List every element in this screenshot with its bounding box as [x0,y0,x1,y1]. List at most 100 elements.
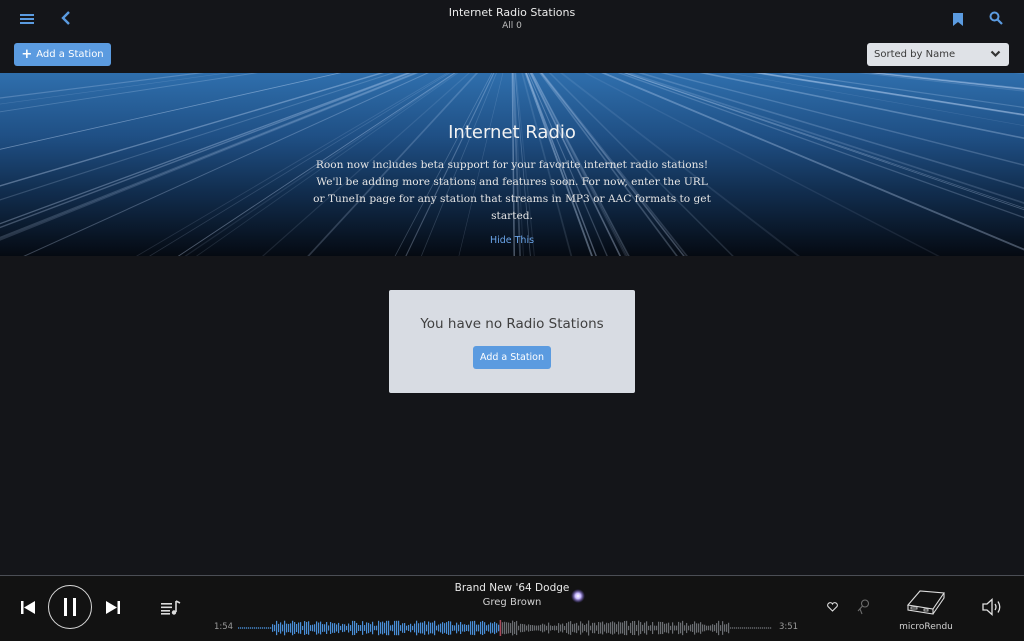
waveform-bar [364,625,366,631]
radio-pin-icon[interactable] [855,598,871,616]
waveform-bar [380,622,382,634]
hide-banner-link[interactable]: Hide This [0,235,1024,246]
waveform-bar [418,623,420,633]
waveform-bar [530,624,532,632]
empty-add-station-button[interactable]: Add a Station [473,346,551,369]
waveform-bar [398,620,400,636]
waveform-bar [582,623,584,633]
waveform-bar [596,625,598,631]
waveform-bar [670,625,672,631]
waveform-seek-bar[interactable] [238,620,772,636]
waveform-bar [646,621,648,635]
waveform-bar [434,620,436,636]
waveform-bar [502,622,504,634]
waveform-bar [708,625,710,631]
waveform-bar [558,623,560,633]
waveform-bar [750,627,752,629]
search-icon[interactable] [987,9,1005,27]
pause-button[interactable] [48,585,92,629]
waveform-bar [390,625,392,631]
waveform-bar [590,625,592,631]
waveform-bar [554,625,556,631]
waveform-bar [608,623,610,633]
waveform-bar [396,620,398,636]
volume-icon[interactable] [981,597,1003,617]
waveform-bar [266,627,268,629]
waveform-bar [624,620,626,636]
previous-icon[interactable] [18,598,38,616]
waveform-bar [602,621,604,635]
waveform-bar [278,623,280,633]
waveform-bar [288,623,290,633]
waveform-bar [276,620,278,636]
waveform-bar [286,623,288,633]
sort-dropdown[interactable]: Sorted by Name [867,43,1009,66]
waveform-bar [304,621,306,635]
waveform-bar [430,622,432,634]
waveform-bar [744,627,746,629]
waveform-bar [460,621,462,635]
waveform-bar [572,624,574,632]
waveform-bar [598,622,600,634]
waveform-bar [272,624,274,632]
hamburger-menu-icon[interactable] [17,10,37,27]
waveform-bar [356,622,358,634]
waveform-bar [436,625,438,631]
waveform-bar [498,624,500,632]
waveform-bar [656,625,658,631]
next-icon[interactable] [103,598,123,616]
waveform-bar [762,627,764,629]
waveform-bar [490,622,492,634]
waveform-bar [360,625,362,631]
waveform-bar [478,624,480,632]
waveform-bar [726,624,728,632]
waveform-bar [310,625,312,631]
waveform-bar [540,624,542,632]
plus-icon: + [21,46,33,62]
waveform-bar [524,624,526,632]
waveform-bar [372,621,374,635]
device-icon[interactable] [905,586,947,618]
waveform-bar [632,620,634,636]
waveform-bar [336,624,338,632]
waveform-bar [300,622,302,634]
track-artist[interactable]: Greg Brown [312,597,712,608]
waveform-bar [252,627,254,629]
waveform-bar [522,623,524,633]
waveform-bar [282,624,284,632]
sparkle-icon [571,589,585,603]
waveform-bar [556,625,558,631]
waveform-bar [542,623,544,633]
waveform-bar [704,624,706,632]
add-station-label: Add a Station [36,49,104,60]
waveform-bar [386,620,388,636]
waveform-bar [328,625,330,631]
add-station-button[interactable]: + Add a Station [14,43,111,66]
waveform-bar [568,621,570,635]
waveform-bar [742,627,744,629]
waveform-bar [768,627,770,629]
track-title[interactable]: Brand New '64 Dodge [312,582,712,594]
waveform-bar [710,625,712,631]
heart-icon[interactable] [825,600,839,614]
waveform-bar [612,621,614,635]
waveform-bar [342,623,344,633]
queue-icon[interactable] [160,598,182,616]
waveform-bar [480,621,482,635]
zone-name[interactable]: microRendu [896,622,956,632]
back-chevron-left-icon[interactable] [58,9,74,27]
waveform-bar [486,625,488,631]
bookmark-icon[interactable] [950,10,966,28]
waveform-bar [344,624,346,632]
waveform-bar [402,623,404,633]
waveform-bar [722,621,724,635]
waveform-bar [362,621,364,635]
waveform-bar [544,624,546,632]
waveform-bar [280,622,282,634]
waveform-bar [340,625,342,631]
banner-title: Internet Radio [448,122,576,143]
waveform-bar [318,622,320,634]
waveform-bar [494,621,496,635]
waveform-bar [536,625,538,631]
waveform-bar [468,624,470,632]
